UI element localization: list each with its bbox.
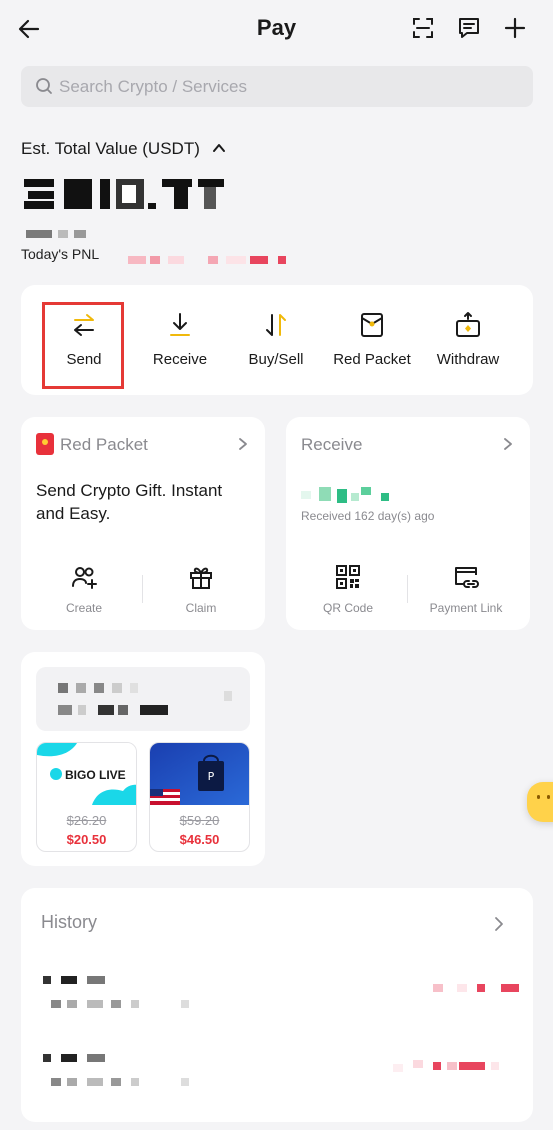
- playstation-gift-image: P: [150, 743, 249, 805]
- chevron-right-icon[interactable]: [491, 916, 507, 932]
- scan-icon[interactable]: [410, 15, 436, 41]
- svg-text:P: P: [208, 770, 215, 783]
- send-highlight-box: [42, 302, 124, 389]
- chevron-up-icon[interactable]: [212, 141, 226, 155]
- gift-card-shop-card: BIGO LIVE $26.20 $20.50 P $59.20 $46.50: [21, 652, 265, 866]
- search-bar[interactable]: [21, 66, 533, 107]
- create-users-icon: [72, 567, 97, 589]
- withdraw-button[interactable]: Withdraw: [420, 285, 516, 395]
- gift-card-new-price: $20.50: [66, 832, 107, 847]
- pnl-value-masked: [128, 256, 298, 264]
- receive-title: Receive: [301, 435, 363, 454]
- receive-button[interactable]: Receive: [132, 285, 228, 395]
- receive-label: Receive: [152, 351, 208, 368]
- gift-card-playstation[interactable]: P $59.20 $46.50: [149, 742, 250, 852]
- red-packet-label: Red Packet: [333, 351, 411, 368]
- balance-label: Est. Total Value (USDT): [21, 139, 200, 158]
- claim-label: Claim: [185, 601, 217, 615]
- gift-card-new-price: $46.50: [179, 832, 220, 847]
- qr-code-label: QR Code: [322, 601, 374, 615]
- red-packet-button[interactable]: Red Packet: [324, 285, 420, 395]
- pnl-label: Today's PNL: [21, 246, 100, 262]
- download-arrow-icon: [170, 313, 190, 336]
- quick-actions-card: Send Receive Buy/Sell Red Packet Withdra…: [21, 285, 533, 395]
- withdraw-icon: [456, 312, 480, 337]
- gift-card-old-price: $26.20: [66, 813, 107, 828]
- search-input[interactable]: [59, 66, 519, 107]
- chevron-right-icon[interactable]: [236, 437, 250, 451]
- create-label: Create: [65, 601, 103, 615]
- divider: [142, 575, 143, 603]
- gift-card-brand: BIGO LIVE: [65, 768, 126, 782]
- buy-sell-label: Buy/Sell: [248, 351, 304, 368]
- top-bar: Pay: [0, 0, 553, 60]
- history-row[interactable]: [21, 1050, 533, 1110]
- received-time: Received 162 day(s) ago: [301, 509, 435, 523]
- masked-text: [54, 683, 234, 715]
- history-card: History: [21, 888, 533, 1122]
- payment-link-label: Payment Link: [429, 601, 503, 615]
- received-amount-masked: [301, 487, 401, 505]
- shop-banner-masked[interactable]: [36, 667, 250, 731]
- red-packet-logo-icon: [36, 433, 54, 455]
- chevron-right-icon[interactable]: [501, 437, 515, 451]
- divider: [407, 575, 408, 603]
- assistant-floating-icon[interactable]: [527, 782, 553, 822]
- red-packet-card[interactable]: Red Packet Send Crypto Gift. Instant and…: [21, 417, 265, 630]
- gift-card-old-price: $59.20: [179, 813, 220, 828]
- gift-card-bigo-live[interactable]: BIGO LIVE $26.20 $20.50: [36, 742, 137, 852]
- red-packet-description: Send Crypto Gift. Instant and Easy.: [36, 481, 223, 523]
- gift-icon: [190, 567, 212, 589]
- buy-sell-button[interactable]: Buy/Sell: [228, 285, 324, 395]
- add-icon[interactable]: [502, 15, 528, 41]
- payment-link-icon: [455, 567, 479, 588]
- history-row[interactable]: [21, 972, 533, 1032]
- search-icon: [36, 78, 52, 94]
- history-title[interactable]: History: [41, 912, 97, 933]
- buy-sell-arrows-icon: [266, 314, 286, 336]
- red-packet-icon: [361, 313, 383, 337]
- withdraw-label: Withdraw: [436, 351, 500, 368]
- message-icon[interactable]: [456, 15, 482, 41]
- qr-code-icon: [336, 565, 360, 589]
- receive-card[interactable]: Receive Received 162 day(s) ago QR Code: [286, 417, 530, 630]
- red-packet-title: Red Packet: [60, 435, 148, 454]
